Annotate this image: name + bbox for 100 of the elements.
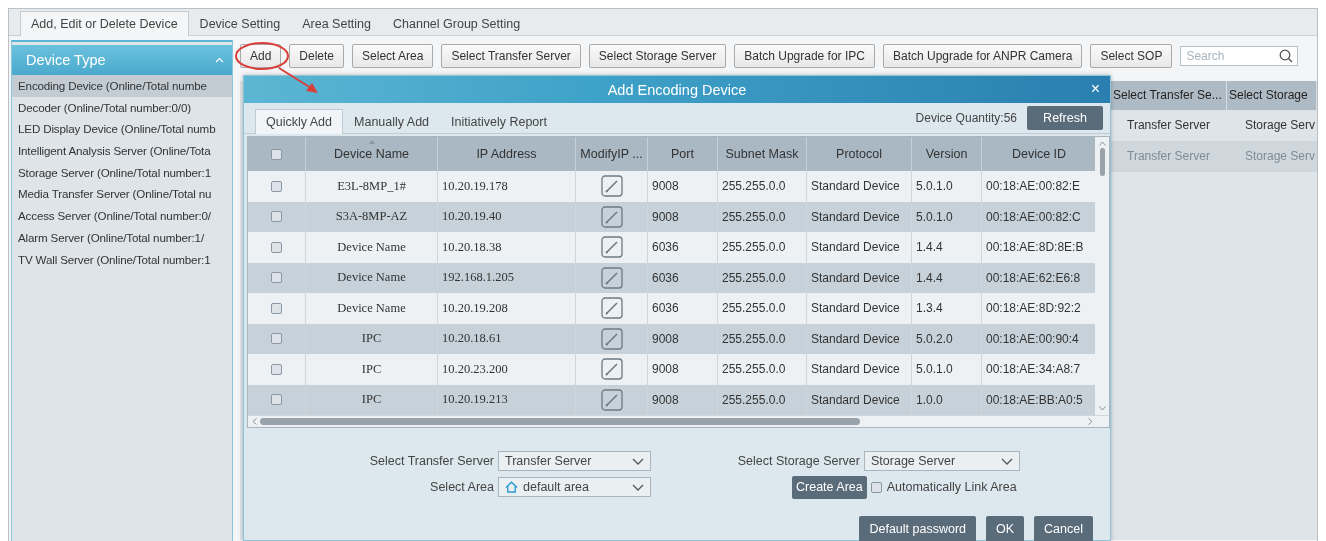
scrollbar-thumb[interactable] <box>1099 148 1105 176</box>
dialog-title: Add Encoding Device <box>607 81 747 98</box>
dropdown[interactable]: Transfer Server <box>498 451 651 471</box>
checkbox[interactable] <box>271 211 282 223</box>
device-type-item[interactable]: Alarm Server (Online/Total number:1/ <box>12 226 232 249</box>
toolbar-button[interactable]: Select SOP <box>1090 44 1173 68</box>
toolbar-button[interactable]: Select Storage Server <box>588 44 727 68</box>
column-header[interactable]: Subnet Mask <box>718 137 807 171</box>
table-cell: S3A-8MP-AZ <box>306 201 438 232</box>
table-cell: Device Name <box>306 293 438 324</box>
table-cell: 10.20.19.178 <box>438 171 576 202</box>
edit-icon[interactable] <box>600 205 623 228</box>
toolbar-button[interactable]: Batch Upgrade for IPC <box>734 44 875 68</box>
edit-icon[interactable] <box>600 175 623 198</box>
device-type-item[interactable]: Decoder (Online/Total number:0/0) <box>12 96 232 119</box>
checkbox[interactable] <box>870 481 882 493</box>
column-header[interactable]: Select Storage <box>1227 81 1317 110</box>
table-cell: Standard Device <box>807 293 912 324</box>
table-cell: 00:18:AE:62:E6:8 <box>982 262 1096 293</box>
table-cell: 10.20.23.200 <box>438 354 576 385</box>
tab[interactable]: Manually Add <box>343 109 441 133</box>
checkbox[interactable] <box>271 363 282 375</box>
table-cell: 255.255.0.0 <box>718 293 807 324</box>
table-cell: 255.255.0.0 <box>718 384 807 415</box>
checkbox[interactable] <box>271 180 282 192</box>
table-cell: 00:18:AE:00:82:C <box>982 201 1096 232</box>
device-type-item[interactable]: TV Wall Server (Online/Total number:1 <box>12 248 232 271</box>
table-cell: 10.20.19.208 <box>438 293 576 324</box>
refresh-button[interactable]: Refresh <box>1027 106 1103 130</box>
checkbox[interactable] <box>271 148 282 160</box>
column-header[interactable]: Port <box>648 137 718 171</box>
toolbar-button[interactable]: Select Area <box>352 44 434 68</box>
table-cell: 6036 <box>648 293 718 324</box>
table-cell: 5.0.2.0 <box>912 323 982 354</box>
table-cell: 1.0.0 <box>912 384 982 415</box>
device-type-item[interactable]: Storage Server (Online/Total number:1 <box>12 161 232 184</box>
table-cell: Standard Device <box>807 171 912 202</box>
edit-icon[interactable] <box>600 358 623 381</box>
table-cell: 1.3.4 <box>912 293 982 324</box>
table-cell: Device Name <box>306 232 438 263</box>
toolbar-button[interactable]: Add <box>240 44 282 68</box>
checkbox[interactable] <box>271 302 282 314</box>
column-header[interactable]: Protocol <box>807 137 912 171</box>
scroll-left-icon <box>252 418 257 425</box>
edit-icon[interactable] <box>600 297 623 320</box>
toolbar-button[interactable]: Select Transfer Server <box>441 44 581 68</box>
column-header[interactable]: Device Name <box>306 137 438 171</box>
device-type-item[interactable]: Access Server (Online/Total number:0/ <box>12 205 232 227</box>
table-cell: 00:18:AE:00:90:4 <box>982 323 1096 354</box>
column-header[interactable]: ModifyIP ... <box>576 137 648 171</box>
checkbox[interactable] <box>271 333 282 345</box>
device-type-item[interactable]: LED Display Device (Online/Total numb <box>12 118 232 141</box>
scrollbar-thumb[interactable] <box>260 418 860 425</box>
dialog-button[interactable]: Cancel <box>1034 516 1093 541</box>
table-cell: 9008 <box>648 171 718 202</box>
tab[interactable]: Channel Group Setting <box>382 11 532 35</box>
table-cell: 1.4.4 <box>912 232 982 263</box>
chevron-down-icon <box>632 457 644 465</box>
search-field[interactable]: Search <box>1180 46 1299 66</box>
dropdown[interactable]: default area <box>498 477 651 497</box>
scroll-right-icon <box>1088 418 1093 425</box>
table-cell: 9008 <box>648 384 718 415</box>
table-cell-text: Storage Serv <box>1244 148 1317 165</box>
table-cell: Standard Device <box>807 323 912 354</box>
table-cell: 255.255.0.0 <box>718 232 807 263</box>
device-type-item[interactable]: Encoding Device (Online/Total numbe <box>12 75 232 97</box>
tab[interactable]: Area Setting <box>291 11 382 35</box>
checkbox[interactable] <box>271 272 282 284</box>
checkbox[interactable] <box>271 394 282 406</box>
table-cell: 6036 <box>648 232 718 263</box>
checkbox-label[interactable]: Automatically Link Area <box>886 480 1017 494</box>
tab[interactable]: Add, Edit or Delete Device <box>20 11 189 36</box>
table-cell: 255.255.0.0 <box>718 201 807 232</box>
toolbar-button[interactable]: Delete <box>289 44 345 68</box>
dropdown[interactable]: Storage Server <box>864 451 1020 471</box>
device-type-item[interactable]: Intelligent Analysis Server (Online/Tota <box>12 140 232 162</box>
tab[interactable]: Initiatively Report <box>440 109 558 133</box>
edit-icon[interactable] <box>600 388 623 411</box>
edit-icon[interactable] <box>600 236 623 259</box>
table-cell: 9008 <box>648 201 718 232</box>
column-header[interactable]: Device ID <box>982 137 1096 171</box>
column-header[interactable]: IP Address <box>438 137 576 171</box>
column-header[interactable]: Version <box>912 137 982 171</box>
chevron-down-icon <box>632 483 644 491</box>
close-button[interactable]: × <box>1088 79 1102 99</box>
tab[interactable]: Device Setting <box>188 11 292 35</box>
dialog-button[interactable]: Default password <box>859 516 976 541</box>
table-cell: 10.20.18.61 <box>438 323 576 354</box>
table-cell: 6036 <box>648 262 718 293</box>
toolbar-button[interactable]: Batch Upgrade for ANPR Camera <box>882 44 1083 68</box>
tab[interactable]: Quickly Add <box>255 109 343 134</box>
column-header[interactable] <box>248 137 306 171</box>
table-cell: 9008 <box>648 323 718 354</box>
checkbox[interactable] <box>271 241 282 253</box>
dialog-button[interactable]: OK <box>986 516 1025 541</box>
edit-icon[interactable] <box>600 266 623 289</box>
create-area-button[interactable]: Create Area <box>792 475 867 499</box>
edit-icon[interactable] <box>600 327 623 350</box>
column-header[interactable]: Select Transfer Se... <box>1111 81 1227 110</box>
device-type-item[interactable]: Media Transfer Server (Online/Total nu <box>12 183 232 206</box>
